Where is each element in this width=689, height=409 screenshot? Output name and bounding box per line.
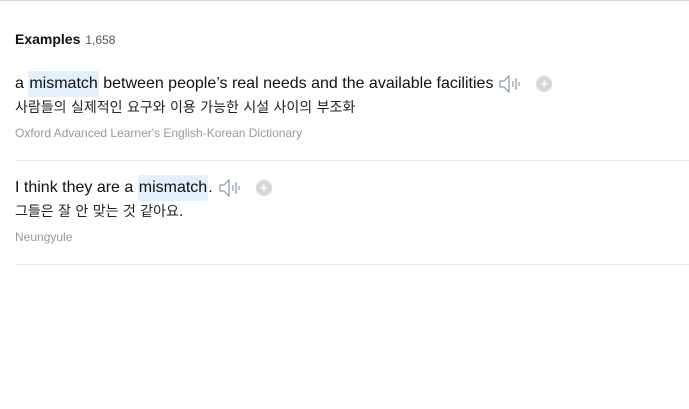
- example-korean: 그들은 잘 안 맞는 것 같아요.: [15, 204, 184, 220]
- add-to-wordlist-icon[interactable]: +: [255, 180, 272, 196]
- highlighted-word[interactable]: mismatch: [137, 175, 209, 201]
- examples-count: 1,658: [85, 33, 116, 47]
- speaker-icon[interactable]: [218, 178, 244, 198]
- example-source: Oxford Advanced Learner's English-Korean…: [15, 126, 303, 140]
- example-source: Neungyule: [15, 230, 73, 244]
- example-text-after: .: [208, 179, 213, 196]
- add-to-wordlist-icon[interactable]: +: [536, 76, 553, 92]
- example-item: I think they are a mismatch . + 그들은 잘 안 …: [15, 175, 689, 265]
- example-english: I think they are a mismatch . +: [15, 175, 689, 201]
- highlighted-word[interactable]: mismatch: [28, 71, 99, 97]
- example-text-after: between people’s real needs and the avai…: [98, 75, 494, 92]
- example-item: a mismatch between people’s real needs a…: [15, 71, 689, 161]
- example-text-before: I think they are a: [15, 179, 138, 196]
- examples-header: Examples 1,658: [15, 31, 115, 47]
- example-korean: 사람들의 실제적인 요구와 이용 가능한 시설 사이의 부조화: [15, 100, 356, 116]
- example-english: a mismatch between people’s real needs a…: [15, 71, 689, 97]
- speaker-icon[interactable]: [498, 74, 524, 94]
- example-text-before: a: [15, 75, 29, 92]
- examples-panel: Examples 1,658 a mismatch between people…: [0, 0, 689, 409]
- examples-title: Examples: [15, 31, 81, 47]
